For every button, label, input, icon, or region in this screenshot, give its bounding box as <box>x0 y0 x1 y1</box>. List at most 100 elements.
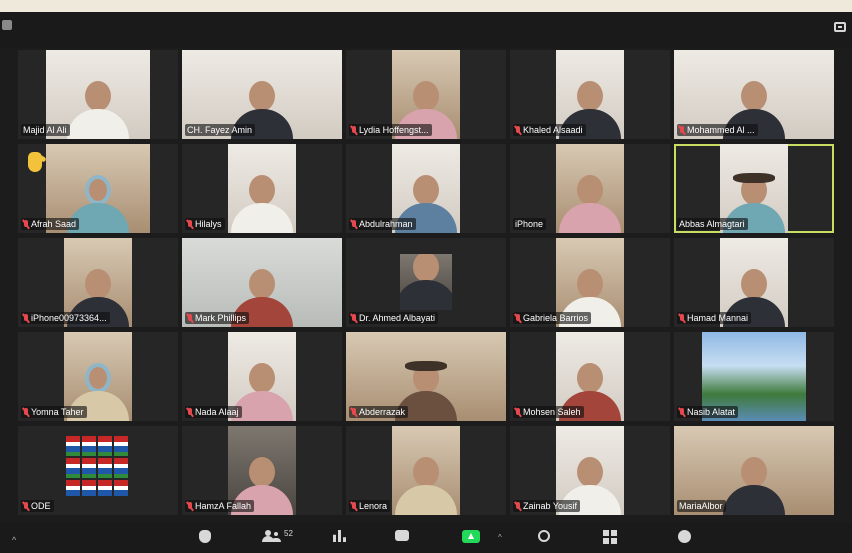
meeting-controls-toolbar: ^ 52 ^ <box>0 523 852 553</box>
mic-muted-icon <box>351 219 357 229</box>
participant-name: ODE <box>31 501 51 511</box>
participant-name-tag: MariaAlbor <box>677 500 726 512</box>
participant-name-tag: Mohammed Al ... <box>677 124 758 136</box>
participant-name-tag: Nasib Alatat <box>677 406 739 418</box>
participant-tile[interactable]: ODE <box>18 426 178 515</box>
mic-muted-icon <box>515 407 521 417</box>
shield-icon[interactable] <box>199 530 211 543</box>
participant-name-tag: Dr. Ahmed Albayati <box>349 312 439 324</box>
participant-tile[interactable]: Nasib Alatat <box>674 332 834 421</box>
participant-tile[interactable]: Gabriela Barrios <box>510 238 670 327</box>
record-icon[interactable] <box>538 530 550 542</box>
participant-video <box>228 144 296 233</box>
participant-tile[interactable]: Mohammed Al ... <box>674 50 834 139</box>
participant-name-tag: Hilalys <box>185 218 225 230</box>
participant-name: Hilalys <box>195 219 222 229</box>
participant-name: Nasib Alatat <box>687 407 736 417</box>
participant-count: 52 <box>284 529 293 538</box>
mic-muted-icon <box>187 501 193 511</box>
mic-muted-icon <box>351 313 357 323</box>
participant-tile[interactable]: Afrah Saad <box>18 144 178 233</box>
participants-icon[interactable] <box>262 530 280 542</box>
participant-name: Abderrazak <box>359 407 406 417</box>
mic-muted-icon <box>515 501 521 511</box>
participant-tile[interactable]: Majid Al Ali <box>18 50 178 139</box>
participant-tile[interactable]: HamzA Fallah <box>182 426 342 515</box>
participant-name-tag: Abdulrahman <box>349 218 416 230</box>
participant-name: Mohammed Al ... <box>687 125 755 135</box>
participant-name-tag: HamzA Fallah <box>185 500 255 512</box>
chevron-up-icon[interactable]: ^ <box>498 533 502 542</box>
participant-name: Zainab Yousif <box>523 501 578 511</box>
participant-tile[interactable]: Mohsen Saleh <box>510 332 670 421</box>
participant-name-tag: ODE <box>21 500 54 512</box>
participant-name: Nada Alaaj <box>195 407 239 417</box>
mic-muted-icon <box>351 407 357 417</box>
participant-tile-active-speaker[interactable]: Abbas Almagtari <box>674 144 834 233</box>
participant-name-tag: iPhone <box>513 218 547 230</box>
participant-name-tag: Hamad Mannai <box>677 312 752 324</box>
chat-icon[interactable] <box>395 530 409 541</box>
zoom-meeting-window: Majid Al Ali CH. Fayez Amin Lydia Hoffen… <box>0 12 852 553</box>
polls-icon[interactable] <box>333 530 346 542</box>
participant-tile[interactable]: MariaAlbor <box>674 426 834 515</box>
meeting-top-bar <box>0 12 852 48</box>
mic-muted-icon <box>187 219 193 229</box>
participant-tile[interactable]: Abdulrahman <box>346 144 506 233</box>
participant-name-tag: iPhone00973364... <box>21 312 110 324</box>
participant-name-tag: Lydia Hoffengst... <box>349 124 432 136</box>
participant-name-tag: Khaled Alsaadi <box>513 124 586 136</box>
raised-hand-icon <box>28 152 42 172</box>
participant-name: Majid Al Ali <box>23 125 67 135</box>
apps-icon[interactable] <box>603 530 617 544</box>
participant-name: HamzA Fallah <box>195 501 252 511</box>
participant-tile[interactable]: Dr. Ahmed Albayati <box>346 238 506 327</box>
participant-name-tag: Abbas Almagtari <box>677 218 748 230</box>
participant-tile[interactable]: iPhone00973364... <box>18 238 178 327</box>
participant-tile[interactable]: Yomna Taher <box>18 332 178 421</box>
participant-name: MariaAlbor <box>679 501 723 511</box>
view-toggle-icon[interactable] <box>834 22 846 32</box>
participant-tile[interactable]: Lenora <box>346 426 506 515</box>
meeting-info-icon[interactable] <box>2 20 12 30</box>
mic-muted-icon <box>515 313 521 323</box>
participant-name: Mark Phillips <box>195 313 247 323</box>
mic-muted-icon <box>679 407 685 417</box>
mic-muted-icon <box>23 407 29 417</box>
participant-video <box>392 426 460 515</box>
participant-tile[interactable]: Khaled Alsaadi <box>510 50 670 139</box>
person-avatar <box>67 81 129 139</box>
participant-name-tag: Mohsen Saleh <box>513 406 584 418</box>
participant-name-tag: Afrah Saad <box>21 218 80 230</box>
participant-name: Lenora <box>359 501 388 511</box>
participant-tile[interactable]: Abderrazak <box>346 332 506 421</box>
participant-name: Afrah Saad <box>31 219 77 229</box>
chevron-up-icon[interactable]: ^ <box>12 535 16 545</box>
participant-name-tag: Nada Alaaj <box>185 406 242 418</box>
participant-tile[interactable]: Hamad Mannai <box>674 238 834 327</box>
participant-tile[interactable]: Nada Alaaj <box>182 332 342 421</box>
mic-muted-icon <box>351 501 357 511</box>
participant-name: Lydia Hoffengst... <box>359 125 429 135</box>
share-screen-icon[interactable] <box>462 530 480 543</box>
participant-name: Yomna Taher <box>31 407 84 417</box>
participant-tile[interactable]: Hilalys <box>182 144 342 233</box>
participant-tile[interactable]: CH. Fayez Amin <box>182 50 342 139</box>
participant-tile[interactable]: Mark Phillips <box>182 238 342 327</box>
mic-muted-icon <box>351 125 357 135</box>
mic-muted-icon <box>23 501 29 511</box>
participant-name: Hamad Mannai <box>687 313 749 323</box>
participant-tile[interactable]: Lydia Hoffengst... <box>346 50 506 139</box>
participant-name-tag: Mark Phillips <box>185 312 250 324</box>
mic-muted-icon <box>515 125 521 135</box>
participant-name: Abbas Almagtari <box>679 219 745 229</box>
reactions-icon[interactable] <box>678 530 691 543</box>
participant-name: iPhone00973364... <box>31 313 107 323</box>
participant-tile[interactable]: Zainab Yousif <box>510 426 670 515</box>
participant-name: iPhone <box>515 219 544 229</box>
participant-name: Khaled Alsaadi <box>523 125 583 135</box>
participant-name-tag: Zainab Yousif <box>513 500 581 512</box>
participant-tile[interactable]: iPhone <box>510 144 670 233</box>
participant-name: Abdulrahman <box>359 219 413 229</box>
mic-muted-icon <box>679 125 685 135</box>
